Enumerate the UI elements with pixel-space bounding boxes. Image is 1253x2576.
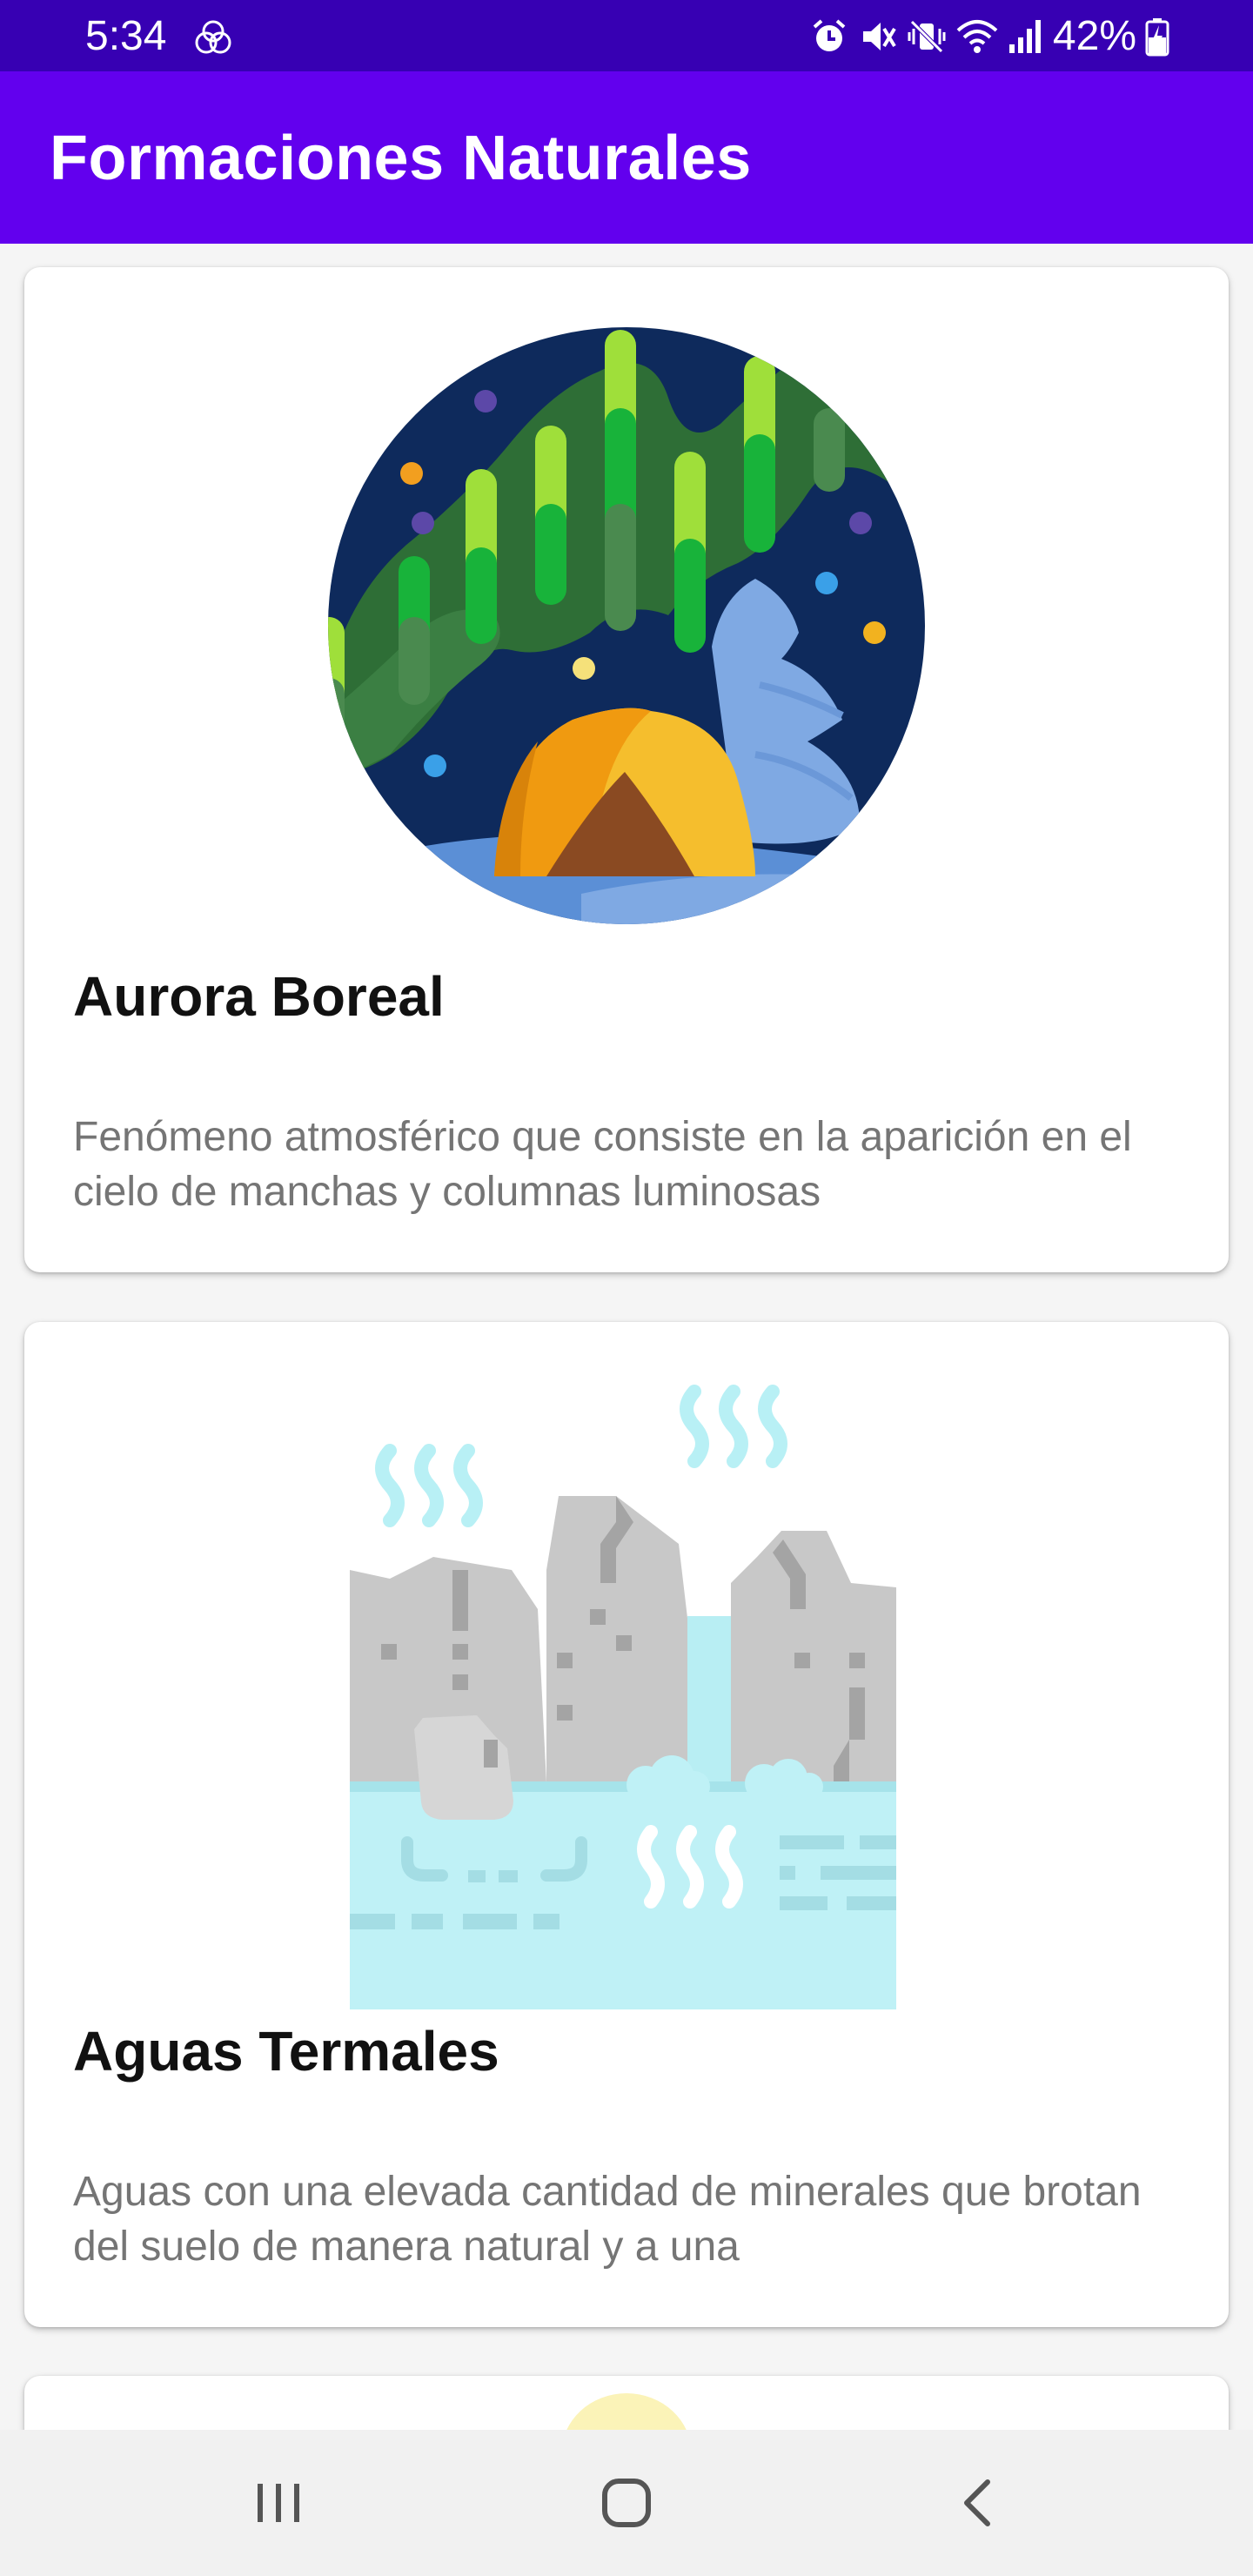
card-aurora-boreal[interactable]: Aurora Boreal Fenómeno atmosférico que c… <box>24 267 1229 1272</box>
wifi-icon <box>956 20 998 53</box>
app-title: Formaciones Naturales <box>50 124 752 193</box>
card-third[interactable] <box>24 2376 1229 2430</box>
status-icons: 42% <box>809 12 1169 61</box>
system-nav-bar <box>0 2430 1253 2576</box>
back-button[interactable] <box>940 2468 1018 2538</box>
signal-icon <box>1008 20 1041 53</box>
card-title: Aguas Termales <box>73 2020 499 2083</box>
back-icon <box>964 2479 990 2526</box>
chrome-icon <box>195 20 231 54</box>
app-bar: Formaciones Naturales <box>0 71 1253 244</box>
card-description: Fenómeno atmosférico que consiste en la … <box>73 1114 1132 1215</box>
aurora-camp-illustration <box>328 327 925 924</box>
hot-springs-illustration <box>350 1385 896 2009</box>
card-description: Aguas con una elevada cantidad de minera… <box>73 2169 1142 2270</box>
battery-percent: 42% <box>1052 13 1136 59</box>
mute-icon <box>862 23 896 50</box>
battery-charging-icon <box>1145 18 1169 57</box>
recent-apps-icon <box>258 2484 299 2522</box>
sun-illustration-partial <box>566 2393 687 2430</box>
alarm-icon <box>813 19 846 51</box>
recent-apps-button[interactable] <box>239 2468 318 2538</box>
card-title: Aurora Boreal <box>73 965 445 1028</box>
status-time: 5:34 <box>85 13 167 59</box>
home-button[interactable] <box>587 2468 666 2538</box>
card-aguas-termales[interactable]: Aguas Termales Aguas con una elevada can… <box>24 1322 1229 2327</box>
card-list[interactable]: Aurora Boreal Fenómeno atmosférico que c… <box>0 244 1253 2430</box>
status-bar: 5:34 42% <box>0 0 1253 71</box>
home-icon <box>602 2479 651 2527</box>
vibrate-icon <box>908 20 946 53</box>
